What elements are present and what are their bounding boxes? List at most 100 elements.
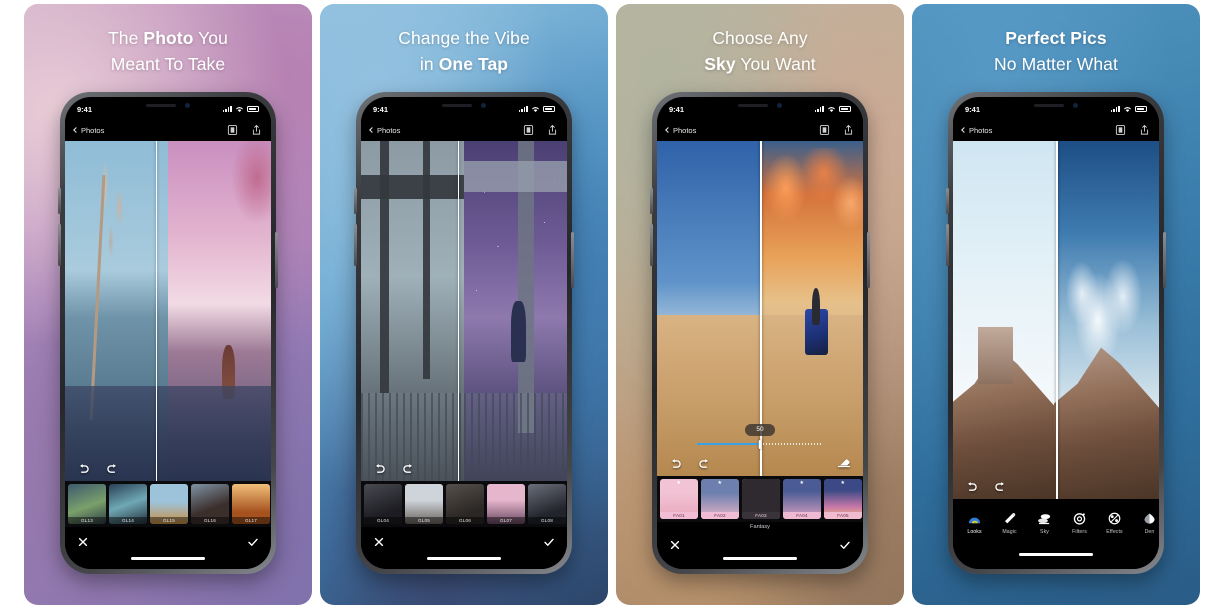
power-button[interactable]: [571, 232, 574, 288]
filter-thumbnail[interactable]: GL15: [150, 484, 188, 524]
photo-canvas[interactable]: [65, 141, 271, 481]
undo-redo-row: [657, 450, 863, 476]
tab-magic[interactable]: Magic: [992, 511, 1027, 535]
home-indicator[interactable]: [953, 547, 1159, 569]
status-bar: 9:41: [657, 97, 863, 119]
home-indicator[interactable]: [361, 557, 567, 569]
home-indicator[interactable]: [657, 557, 863, 569]
before-after-divider[interactable]: [457, 141, 460, 481]
back-to-photos-button[interactable]: Photos: [665, 126, 696, 135]
before-image: [953, 141, 1059, 499]
back-to-photos-button[interactable]: Photos: [369, 126, 400, 135]
photo-canvas[interactable]: 50: [657, 141, 863, 476]
bridge-arch: [361, 175, 464, 199]
back-label: Photos: [969, 125, 993, 135]
sky-preset[interactable]: ★ FA05: [824, 479, 862, 519]
filter-thumbnail[interactable]: GL05: [405, 484, 443, 524]
panel-3-headline: Choose Any Sky You Want: [616, 4, 904, 78]
signal-icon: [222, 106, 232, 112]
sky-preset-strip[interactable]: ★ FA01 ★ FA02 FA03 ★ FA04 ★ FA05: [657, 476, 863, 522]
phone-mockup-1: 9:41 Photos GL13 GL14 GL15 GL16 GL17: [58, 92, 278, 574]
undo-icon[interactable]: [965, 481, 978, 492]
sky-preset[interactable]: ★ FA02: [701, 479, 739, 519]
filter-thumbnail[interactable]: GL14: [109, 484, 147, 524]
close-icon[interactable]: [372, 535, 386, 549]
redo-icon[interactable]: [106, 463, 119, 474]
tab-effects[interactable]: Effects: [1097, 511, 1132, 535]
eraser-icon[interactable]: [837, 457, 851, 469]
tab-filters[interactable]: Filters: [1062, 511, 1097, 535]
filter-thumbnail[interactable]: GL17: [232, 484, 270, 524]
chevron-left-icon: [73, 127, 79, 133]
nav-actions: [227, 124, 262, 136]
check-icon[interactable]: [542, 535, 556, 549]
before-after-divider[interactable]: [155, 141, 158, 481]
power-button[interactable]: [867, 232, 870, 288]
compare-icon[interactable]: [227, 124, 238, 136]
slider-track[interactable]: [697, 440, 823, 449]
filter-filmstrip[interactable]: GL13 GL14 GL15 GL16 GL17: [65, 481, 271, 527]
person-subject: [511, 300, 526, 362]
undo-icon[interactable]: [669, 458, 682, 469]
back-to-photos-button[interactable]: Photos: [73, 126, 104, 135]
phone-frame: 9:41 Photos: [946, 92, 1166, 574]
filter-thumbnail[interactable]: GL13: [68, 484, 106, 524]
confirm-bar: [65, 527, 271, 557]
star-icon: ★: [840, 480, 845, 486]
before-after-divider[interactable]: [1056, 141, 1058, 499]
sky-category-label: Fantasy: [657, 522, 863, 533]
wifi-icon: [236, 106, 243, 112]
tab-looks[interactable]: Looks: [957, 511, 992, 535]
star-icon: ★: [676, 480, 681, 486]
compare-icon[interactable]: [1115, 124, 1126, 136]
status-time: 9:41: [965, 104, 981, 114]
filter-thumbnail[interactable]: GL07: [487, 484, 525, 524]
status-time: 9:41: [669, 104, 685, 114]
sky-opacity-slider[interactable]: 50: [657, 424, 863, 450]
star-icon: ★: [799, 480, 804, 486]
editor-tab-bar[interactable]: Looks Magic Sky Filters Effects Den: [953, 499, 1159, 547]
share-icon[interactable]: [843, 124, 854, 136]
nav-bar: Photos: [361, 119, 567, 141]
tab-details[interactable]: Den: [1132, 511, 1159, 535]
panel-4-headline: Perfect Pics No Matter What: [912, 4, 1200, 78]
confirm-bar: [657, 533, 863, 557]
filter-filmstrip[interactable]: GL04 GL05 GL06 GL07 GL08: [361, 481, 567, 527]
before-image: [361, 141, 464, 481]
redo-icon[interactable]: [994, 481, 1007, 492]
headline-line-2: Sky You Want: [704, 53, 816, 74]
close-icon[interactable]: [76, 535, 90, 549]
share-icon[interactable]: [251, 124, 262, 136]
undo-icon[interactable]: [373, 463, 386, 474]
check-icon[interactable]: [838, 538, 852, 552]
tab-sky[interactable]: Sky: [1027, 511, 1062, 535]
check-icon[interactable]: [246, 535, 260, 549]
panel-2-headline: Change the Vibe in One Tap: [320, 4, 608, 78]
filter-thumbnail[interactable]: GL06: [446, 484, 484, 524]
close-icon[interactable]: [668, 538, 682, 552]
undo-icon[interactable]: [77, 463, 90, 474]
redo-icon[interactable]: [698, 458, 711, 469]
filter-thumbnail[interactable]: GL04: [364, 484, 402, 524]
filter-thumbnail[interactable]: GL08: [528, 484, 566, 524]
share-icon[interactable]: [547, 124, 558, 136]
power-button[interactable]: [275, 232, 278, 288]
back-to-photos-button[interactable]: Photos: [961, 125, 993, 135]
sky-preset[interactable]: ★ FA01: [660, 479, 698, 519]
compare-icon[interactable]: [523, 124, 534, 136]
status-time: 9:41: [373, 104, 389, 114]
home-indicator[interactable]: [65, 557, 271, 569]
sunset-clouds: [760, 147, 863, 262]
nav-actions: [819, 124, 854, 136]
photo-canvas[interactable]: [361, 141, 567, 481]
slider-knob[interactable]: [758, 440, 762, 449]
phone-frame: 9:41 Photos: [650, 92, 870, 574]
redo-icon[interactable]: [402, 463, 415, 474]
sky-preset-selected[interactable]: FA03: [742, 479, 780, 519]
power-button[interactable]: [1163, 232, 1166, 288]
photo-canvas[interactable]: [953, 141, 1159, 499]
sky-preset[interactable]: ★ FA04: [783, 479, 821, 519]
compare-icon[interactable]: [819, 124, 830, 136]
filter-thumbnail[interactable]: GL16: [191, 484, 229, 524]
share-icon[interactable]: [1139, 124, 1150, 136]
